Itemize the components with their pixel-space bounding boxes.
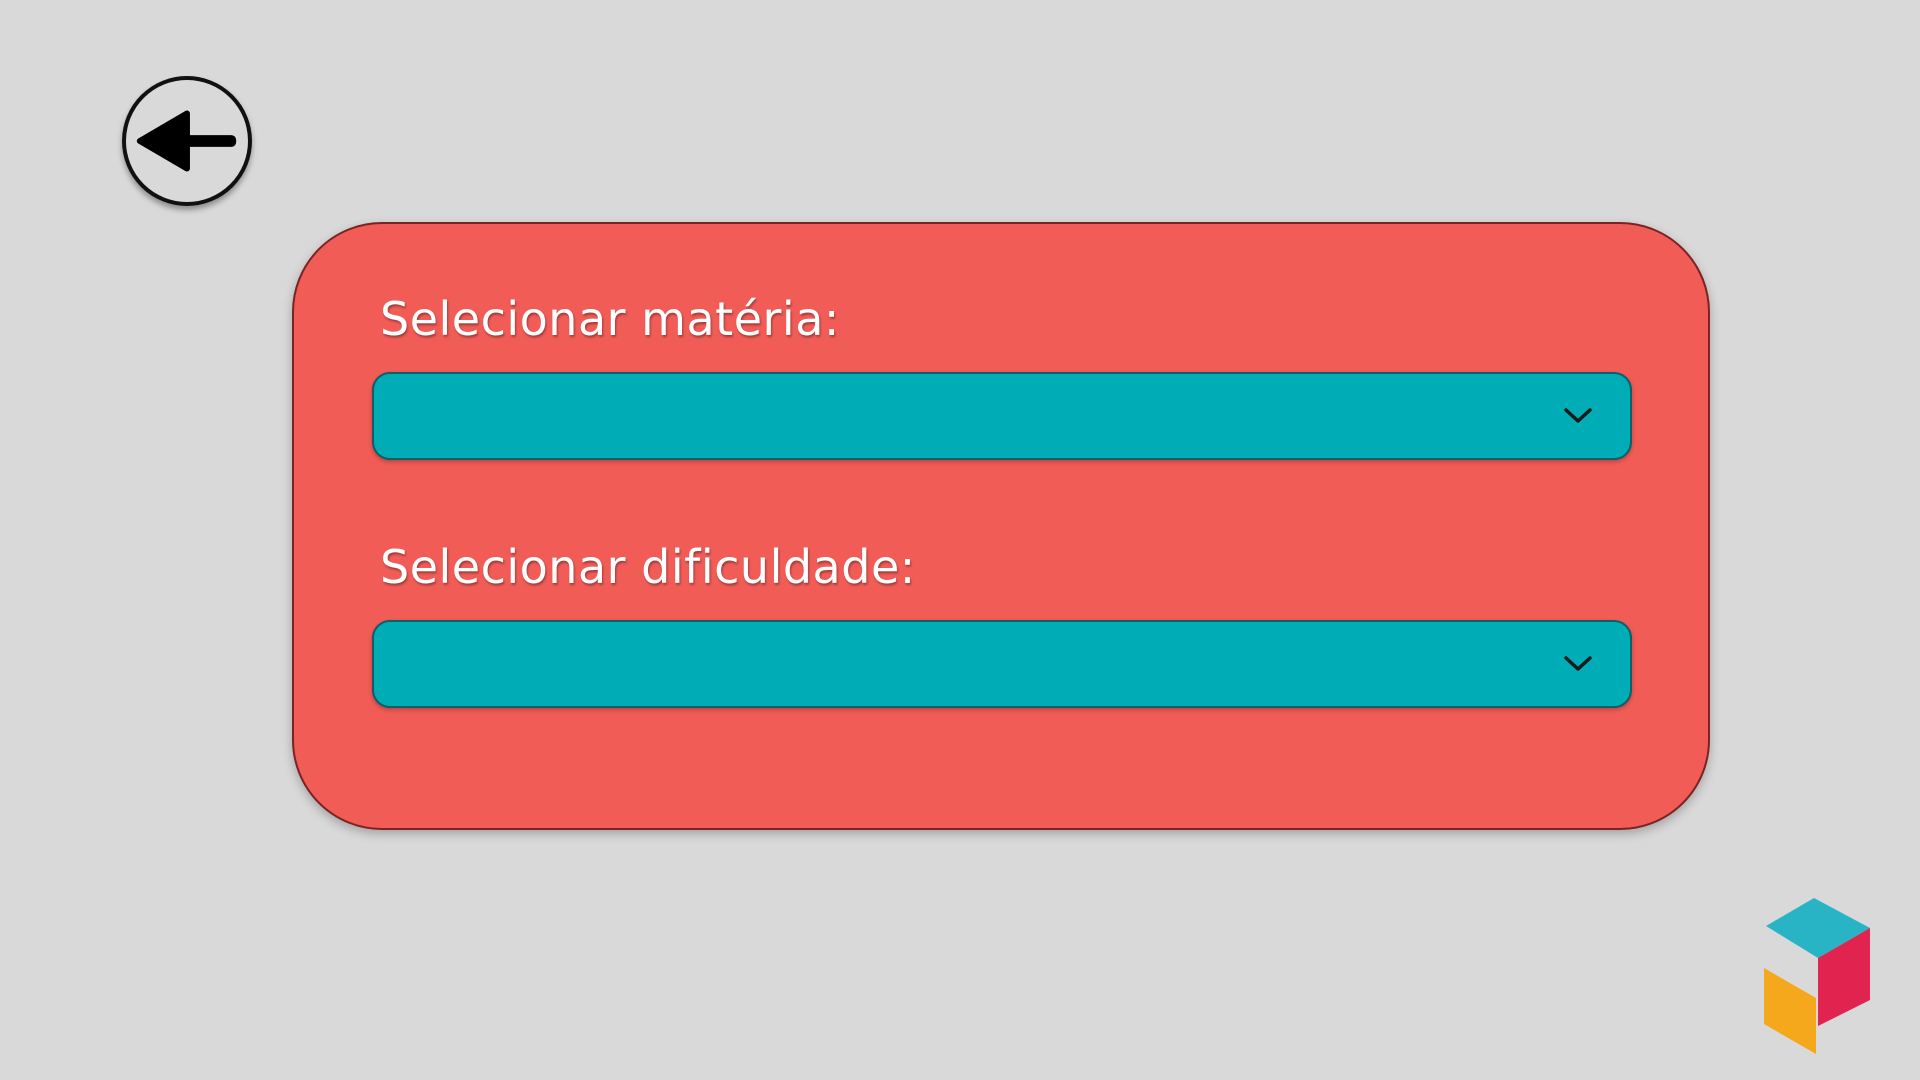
arrow-left-icon <box>136 110 237 172</box>
cube-logo-icon <box>1764 898 1870 1054</box>
chevron-down-icon <box>1564 656 1592 671</box>
difficulty-label: Selecionar dificuldade: <box>380 540 916 594</box>
back-button[interactable] <box>122 76 252 206</box>
selection-panel: Selecionar matéria: Selecionar dificulda… <box>292 222 1710 830</box>
chevron-down-icon <box>1564 408 1592 423</box>
subject-select[interactable] <box>372 372 1632 460</box>
subject-label: Selecionar matéria: <box>380 292 840 346</box>
difficulty-select[interactable] <box>372 620 1632 708</box>
